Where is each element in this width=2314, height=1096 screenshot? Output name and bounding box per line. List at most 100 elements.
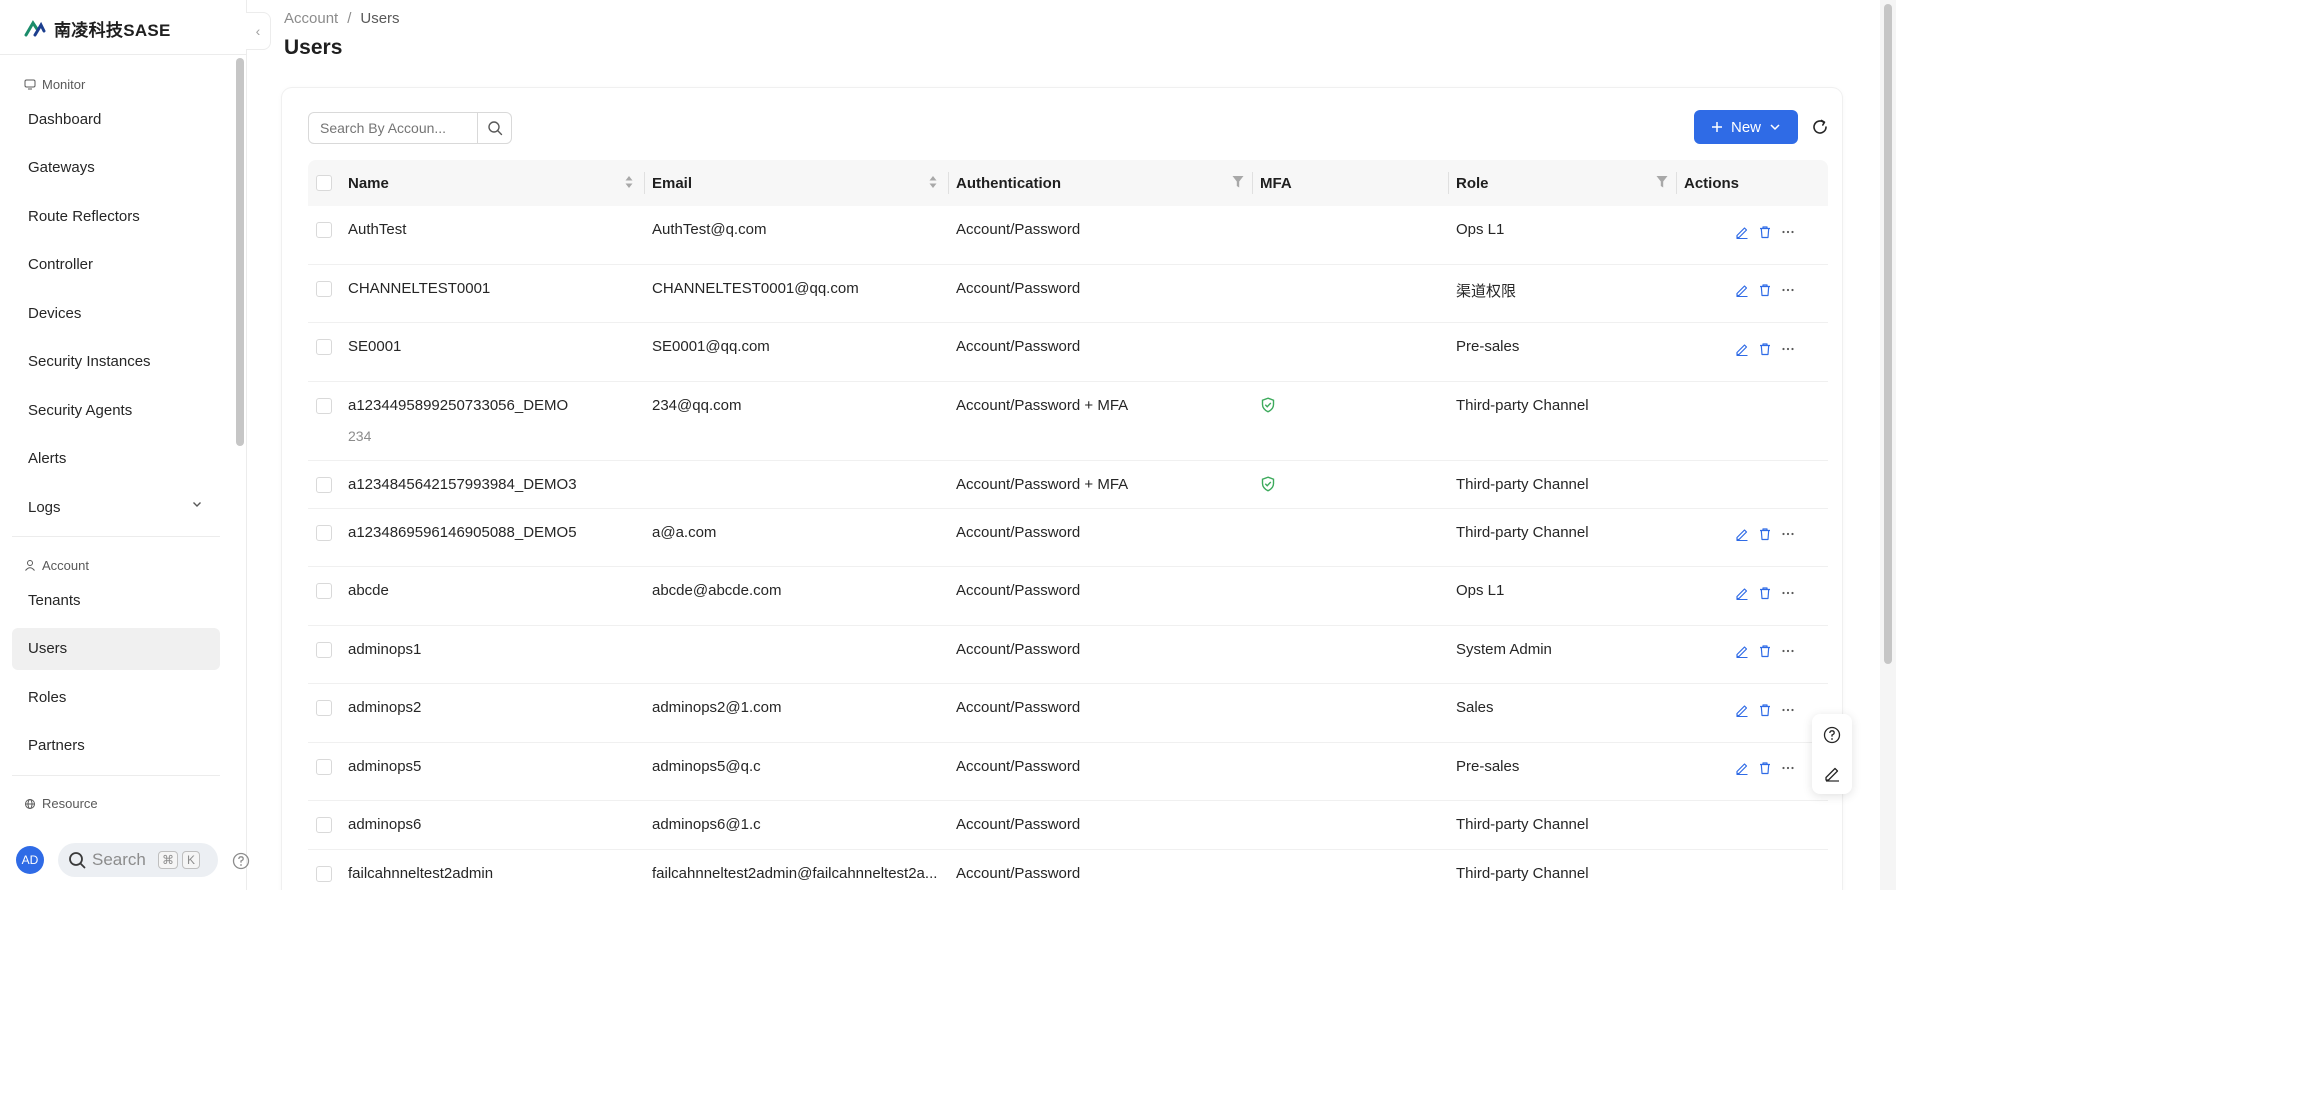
cell-name-sub: 234 (348, 427, 372, 444)
row-checkbox[interactable] (316, 700, 332, 716)
page-scrollbar[interactable] (1880, 0, 1896, 890)
row-checkbox[interactable] (316, 222, 332, 238)
new-button-label: New (1730, 118, 1761, 136)
delete-icon[interactable] (1757, 224, 1772, 239)
edit-icon[interactable] (1734, 283, 1749, 298)
cell-email: a@a.com (652, 523, 717, 541)
breadcrumb-current: Users (360, 10, 400, 27)
row-checkbox[interactable] (316, 476, 332, 493)
sidebar-item-partners[interactable]: Partners (12, 725, 220, 767)
sort-icon[interactable] (928, 174, 938, 190)
row-checkbox[interactable] (316, 339, 332, 355)
search-button[interactable] (478, 112, 512, 144)
row-checkbox[interactable] (316, 583, 332, 599)
sidebar-item-security-instances[interactable]: Security Instances (12, 341, 220, 383)
global-search-label: Search (92, 850, 146, 869)
delete-icon[interactable] (1757, 761, 1772, 776)
row-checkbox[interactable] (316, 817, 332, 833)
select-all-checkbox[interactable] (316, 175, 332, 191)
filter-icon[interactable] (1232, 175, 1244, 189)
more-icon[interactable] (1780, 341, 1795, 356)
breadcrumb-account[interactable]: Account (284, 10, 338, 27)
column-header-name[interactable]: Name (348, 175, 389, 192)
delete-icon[interactable] (1757, 283, 1772, 298)
cell-name: CHANNELTEST0001 (348, 279, 491, 297)
sidebar-nav: Monitor Dashboard Gateways Route Reflectors… (0, 56, 232, 832)
new-button[interactable]: New (1694, 110, 1798, 144)
cell-name: adminops1 (348, 640, 422, 658)
more-icon[interactable] (1780, 527, 1795, 542)
edit-icon[interactable] (1734, 702, 1749, 717)
global-search-button[interactable]: Search ⌘ K (58, 843, 218, 877)
edit-icon[interactable] (1734, 585, 1749, 600)
scrollbar-thumb[interactable] (1884, 4, 1892, 664)
more-icon[interactable] (1780, 585, 1795, 600)
sidebar-item-security-agents[interactable]: Security Agents (12, 389, 220, 431)
delete-icon[interactable] (1757, 585, 1772, 600)
sidebar-item-dashboard[interactable]: Dashboard (12, 98, 220, 140)
sidebar-item-gateways[interactable]: Gateways (12, 147, 220, 189)
sidebar-item-roles[interactable]: Roles (12, 676, 220, 718)
avatar[interactable]: AD (16, 846, 44, 874)
help-icon[interactable] (232, 852, 250, 870)
sidebar-item-users[interactable]: Users (12, 627, 220, 670)
sidebar-item-logs[interactable]: Logs (12, 486, 220, 528)
column-header-role: Role (1456, 175, 1489, 192)
more-icon[interactable] (1780, 224, 1795, 239)
sidebar-item-devices[interactable]: Devices (12, 292, 220, 334)
cell-name: failcahnneltest2admin (348, 865, 494, 882)
sidebar-item-tenants[interactable]: Tenants (12, 579, 220, 621)
cell-role: Ops L1 (1456, 582, 1505, 599)
delete-icon[interactable] (1757, 644, 1772, 659)
sidebar-scrollbar[interactable] (236, 58, 244, 446)
edit-icon[interactable] (1734, 761, 1749, 776)
sort-icon[interactable] (624, 174, 634, 190)
refresh-button[interactable] (1808, 115, 1832, 139)
more-icon[interactable] (1780, 283, 1795, 298)
row-checkbox[interactable] (316, 524, 332, 541)
row-checkbox[interactable] (316, 280, 332, 297)
cell-authentication: Account/Password + MFA (956, 475, 1129, 493)
cell-authentication: Account/Password (956, 582, 1081, 599)
more-icon[interactable] (1780, 702, 1795, 717)
row-checkbox[interactable] (316, 641, 332, 658)
sidebar-item-gateways[interactable]: Gateways (12, 818, 220, 832)
more-icon[interactable] (1780, 644, 1795, 659)
filter-icon[interactable] (1656, 175, 1668, 189)
sidebar-item-alerts[interactable]: Alerts (12, 438, 220, 480)
search-input[interactable] (308, 112, 478, 144)
chevron-down-icon[interactable] (192, 498, 202, 512)
sidebar-item-label: Gateways (28, 159, 95, 176)
sidebar-item-route-reflectors[interactable]: Route Reflectors (12, 195, 220, 237)
cell-role: Third-party Channel (1456, 475, 1589, 493)
users-table: Name Email Authentication MFA Role Actio… (308, 160, 1828, 890)
help-icon[interactable] (1823, 726, 1841, 744)
sidebar-item-controller[interactable]: Controller (12, 244, 220, 286)
edit-icon[interactable] (1734, 644, 1749, 659)
cell-role: Pre-sales (1456, 757, 1520, 775)
nav-section-account: Account (0, 551, 232, 579)
edit-icon[interactable] (1734, 224, 1749, 239)
delete-icon[interactable] (1757, 341, 1772, 356)
delete-icon[interactable] (1757, 702, 1772, 717)
divider (0, 54, 246, 55)
more-icon[interactable] (1780, 761, 1795, 776)
row-checkbox[interactable] (316, 758, 332, 775)
row-checkbox[interactable] (316, 397, 332, 414)
row-actions (1734, 702, 1795, 717)
row-checkbox[interactable] (316, 866, 332, 882)
column-header-email[interactable]: Email (652, 175, 692, 192)
pen-icon[interactable] (1823, 764, 1841, 782)
delete-icon[interactable] (1757, 527, 1772, 542)
cell-name: a1234869596146905088_DEMO5 (348, 523, 577, 541)
edit-icon[interactable] (1734, 341, 1749, 356)
cell-role: Pre-sales (1456, 338, 1520, 355)
table-row: a1234869596146905088_DEMO5 a@a.com Account… (308, 509, 1828, 567)
cell-role: Third-party Channel (1456, 396, 1589, 414)
table-row: AuthTest AuthTest@q.com Account/Password Op… (308, 206, 1828, 265)
cell-authentication: Account/Password (956, 338, 1081, 355)
brand[interactable]: 南凌科技SASE (24, 14, 171, 42)
sidebar-item-label: Users (28, 640, 68, 657)
edit-icon[interactable] (1734, 527, 1749, 542)
shield-check-icon (1260, 475, 1276, 492)
